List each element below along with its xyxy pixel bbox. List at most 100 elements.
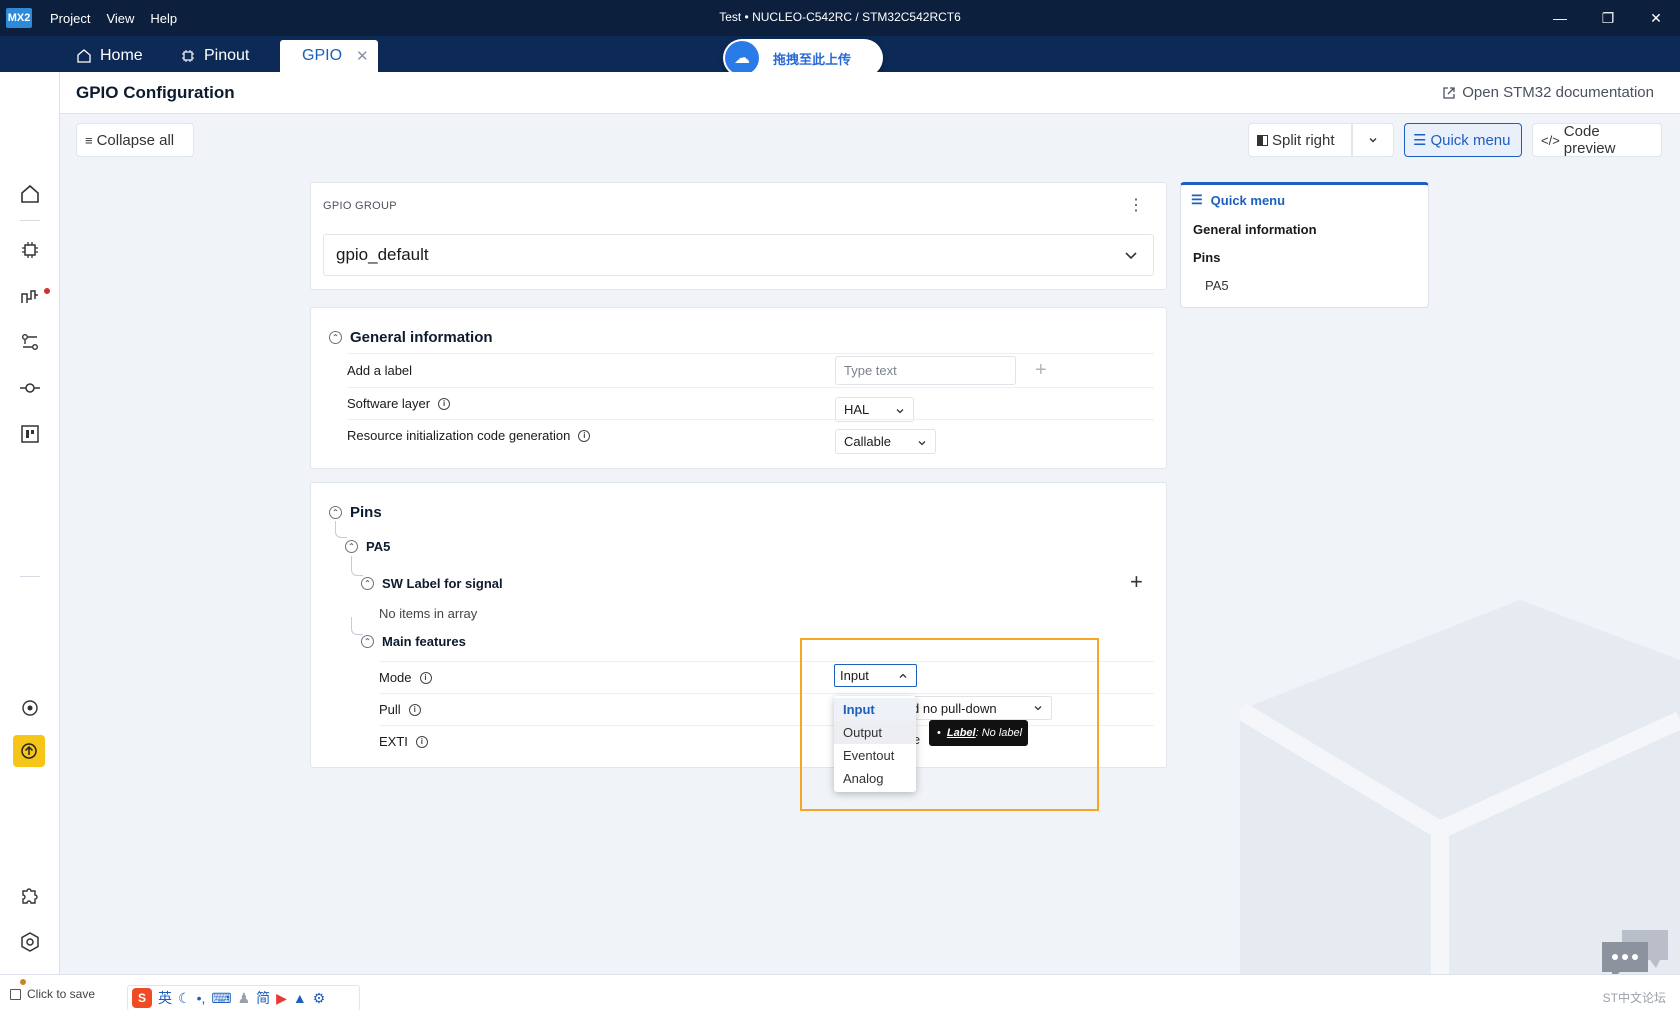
info-icon[interactable]: i: [578, 429, 591, 442]
tab-pinout[interactable]: Pinout: [166, 40, 263, 72]
gpio-group-select[interactable]: gpio_default: [323, 234, 1154, 276]
resource-init-label: Resource initialization code generation: [347, 428, 571, 443]
home-icon: [77, 49, 91, 63]
software-layer-label: Software layer: [347, 396, 431, 411]
collapse-icon: ⌃: [329, 506, 342, 519]
main-features-header[interactable]: ⌃ Main features: [361, 634, 466, 649]
close-icon[interactable]: ✕: [1632, 0, 1680, 36]
info-icon[interactable]: i: [408, 703, 421, 716]
upload-arrow-icon: [21, 743, 37, 759]
pins-title: Pins: [350, 504, 382, 521]
menu-bar: Project View Help: [50, 11, 177, 26]
forum-watermark: ST中文论坛: [1602, 991, 1666, 1005]
tree-connector: [351, 617, 363, 635]
software-layer-value: HAL: [844, 402, 870, 417]
collapse-icon: ⌃: [361, 635, 374, 648]
tab-close-icon[interactable]: ✕: [356, 47, 369, 65]
more-options-icon[interactable]: ⋮: [1128, 198, 1144, 214]
chevron-down-icon: [918, 441, 926, 446]
tab-gpio-label: GPIO: [302, 47, 343, 64]
general-information-header[interactable]: ⌃ General information: [329, 329, 493, 346]
mode-label: Mode: [379, 670, 412, 685]
menu-icon: ☰: [1413, 132, 1427, 149]
menu-help[interactable]: Help: [150, 11, 177, 26]
keyboard-icon[interactable]: ⌨: [211, 990, 231, 1007]
sidebar-clock-config-icon[interactable]: [16, 282, 44, 310]
status-bar: Click to save S 英 ☾ •, ⌨ ♟ 简 ▶ ▲ ⚙ ST中文论…: [0, 974, 1680, 1010]
code-preview-button[interactable]: </> Code preview: [1532, 123, 1662, 157]
split-icon: [1257, 134, 1268, 146]
tab-home[interactable]: Home: [62, 40, 157, 72]
skin-icon[interactable]: ▲: [293, 990, 307, 1006]
add-label-row: Add a label: [347, 353, 1154, 387]
page-title: GPIO Configuration: [76, 82, 235, 102]
sidebar-target-icon[interactable]: [16, 694, 44, 722]
sogou-logo-icon[interactable]: S: [132, 988, 152, 1008]
cloud-upload-icon: ☁: [725, 41, 759, 75]
background-watermark: [1240, 600, 1680, 974]
tab-gpio[interactable]: GPIO ✕: [280, 40, 378, 72]
punctuation-icon[interactable]: •,: [197, 990, 206, 1006]
sidebar-home-icon[interactable]: [16, 180, 44, 208]
sidebar-chip-icon[interactable]: [16, 236, 44, 264]
sw-label-header[interactable]: ⌃ SW Label for signal: [361, 576, 503, 591]
open-documentation-link[interactable]: Open STM32 documentation: [1442, 84, 1654, 101]
main-features-title: Main features: [382, 634, 466, 649]
sidebar-connection-icon[interactable]: [16, 374, 44, 402]
info-icon[interactable]: i: [438, 397, 451, 410]
add-label-label: Add a label: [347, 363, 413, 378]
video-icon[interactable]: ▶: [276, 990, 287, 1007]
add-label-plus-icon[interactable]: +: [1035, 359, 1047, 382]
collapse-all-icon: ≡: [85, 132, 93, 148]
ime-settings-icon[interactable]: ⚙: [313, 990, 326, 1007]
quick-menu-button[interactable]: ☰ Quick menu: [1404, 123, 1522, 157]
menu-project[interactable]: Project: [50, 11, 90, 26]
sidebar-puzzle-icon[interactable]: [16, 882, 44, 910]
title-bar: MX2 Project View Help Test • NUCLEO-C542…: [0, 0, 1680, 36]
split-right-button[interactable]: Split right: [1248, 123, 1352, 157]
minimize-icon[interactable]: —: [1536, 0, 1584, 36]
restore-icon[interactable]: ❐: [1584, 0, 1632, 36]
ime-simplified-toggle[interactable]: 简: [256, 988, 270, 1008]
add-label-input[interactable]: Type text: [835, 356, 1016, 385]
chevron-down-icon: [1125, 252, 1137, 260]
sidebar-gpio-icon[interactable]: [16, 328, 44, 356]
split-dropdown-button[interactable]: [1352, 123, 1394, 157]
resource-init-select[interactable]: Callable: [835, 429, 936, 454]
menu-view[interactable]: View: [106, 11, 134, 26]
ime-english-toggle[interactable]: 英: [158, 988, 172, 1008]
pin-pa5-header[interactable]: ⌃ PA5: [345, 539, 390, 554]
quick-menu-panel: ☰ Quick menu General information Pins PA…: [1180, 182, 1429, 308]
user-icon[interactable]: ♟: [238, 990, 251, 1007]
code-icon: </>: [1541, 132, 1560, 148]
quick-menu-item-general[interactable]: General information: [1193, 222, 1317, 237]
tab-home-label: Home: [100, 47, 143, 64]
quick-menu-item-pa5[interactable]: PA5: [1205, 278, 1229, 293]
left-sidebar: [0, 72, 60, 974]
pull-label: Pull: [379, 702, 401, 717]
resource-init-value: Callable: [844, 434, 891, 449]
save-label: Click to save: [27, 987, 96, 1001]
split-right-label: Split right: [1272, 131, 1335, 149]
save-status[interactable]: Click to save: [10, 987, 95, 1001]
quick-menu-panel-title: Quick menu: [1210, 192, 1286, 208]
chat-icon[interactable]: [1600, 928, 1672, 980]
doc-link-label: Open STM32 documentation: [1462, 84, 1654, 101]
pins-header[interactable]: ⌃ Pins: [329, 504, 382, 521]
notification-dot: [44, 288, 50, 294]
sidebar-settings-icon[interactable]: [16, 928, 44, 956]
collapse-icon: ⌃: [345, 540, 358, 553]
quick-menu-item-pins[interactable]: Pins: [1193, 250, 1220, 265]
moon-icon[interactable]: ☾: [178, 990, 191, 1007]
add-sw-label-plus-icon[interactable]: +: [1130, 569, 1143, 595]
info-icon[interactable]: i: [415, 735, 428, 748]
list-icon: ☰: [1191, 192, 1203, 207]
sidebar-board-icon[interactable]: [16, 420, 44, 448]
gpio-group-label: GPIO GROUP: [323, 200, 397, 212]
highlight-box: [800, 638, 1099, 811]
generate-code-button[interactable]: [13, 735, 45, 767]
tree-connector: [335, 521, 347, 538]
gpio-group-card: GPIO GROUP ⋮ gpio_default: [310, 182, 1167, 290]
info-icon[interactable]: i: [419, 671, 432, 684]
collapse-all-button[interactable]: ≡ Collapse all: [76, 123, 194, 157]
